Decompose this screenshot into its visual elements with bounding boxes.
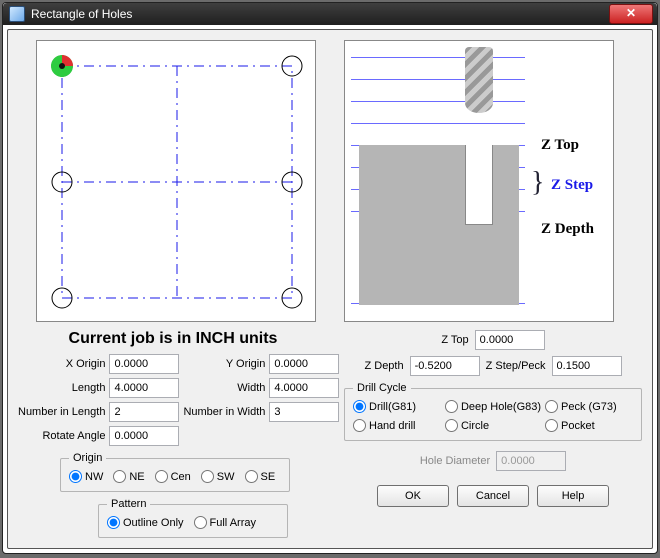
depth-diagram: Z Top } Z Step Z Depth <box>344 40 614 322</box>
z-top-label: Z Top <box>441 334 468 346</box>
hole-diameter-input <box>496 451 566 471</box>
drill-option-circle[interactable]: Circle <box>445 419 541 432</box>
z-depth-input[interactable] <box>410 356 480 376</box>
drill-option-hand-drill[interactable]: Hand drill <box>353 419 441 432</box>
pattern-option-full-array[interactable]: Full Array <box>194 516 256 529</box>
drill-cycle-legend: Drill Cycle <box>353 382 411 394</box>
drill-option-drill-g81-[interactable]: Drill(G81) <box>353 400 441 413</box>
hole-diameter-label: Hole Diameter <box>420 455 490 467</box>
drill-cycle-group: Drill Cycle Drill(G81) Deep Hole(G83) Peck… <box>344 382 642 441</box>
z-depth-annot: Z Depth <box>541 221 594 238</box>
origin-option-ne[interactable]: NE <box>113 470 144 483</box>
window-title: Rectangle of Holes <box>31 7 609 21</box>
length-label: Length <box>72 382 106 394</box>
origin-group: Origin NW NE Cen SW SE <box>60 452 290 492</box>
x-origin-label: X Origin <box>66 358 106 370</box>
ok-button[interactable]: OK <box>377 485 449 507</box>
y-origin-label: Y Origin <box>226 358 266 370</box>
pattern-option-outline-only[interactable]: Outline Only <box>107 516 184 529</box>
z-depth-label: Z Depth <box>364 360 403 372</box>
cancel-button[interactable]: Cancel <box>457 485 529 507</box>
units-status: Current job is in INCH units <box>18 330 328 348</box>
num-width-input[interactable] <box>269 402 339 422</box>
width-label: Width <box>237 382 265 394</box>
width-input[interactable] <box>269 378 339 398</box>
pattern-legend: Pattern <box>107 498 150 510</box>
pattern-group: Pattern Outline Only Full Array <box>98 498 288 538</box>
drill-bit-icon <box>465 47 493 113</box>
client-area: Current job is in INCH units X Origin Y … <box>7 29 653 549</box>
z-top-input[interactable] <box>475 330 545 350</box>
help-button[interactable]: Help <box>537 485 609 507</box>
origin-option-sw[interactable]: SW <box>201 470 235 483</box>
x-origin-input[interactable] <box>109 354 179 374</box>
origin-option-se[interactable]: SE <box>245 470 276 483</box>
dialog-window: Rectangle of Holes ✕ <box>2 2 658 554</box>
drill-option-peck-g73-[interactable]: Peck (G73) <box>545 400 633 413</box>
hole-diameter-row: Hole Diameter <box>344 451 642 471</box>
titlebar: Rectangle of Holes ✕ <box>3 3 657 25</box>
z-step-annot: Z Step <box>551 177 593 194</box>
origin-legend: Origin <box>69 452 106 464</box>
y-origin-input[interactable] <box>269 354 339 374</box>
num-width-label: Number in Width <box>183 406 265 418</box>
drill-option-deep-hole-g83-[interactable]: Deep Hole(G83) <box>445 400 541 413</box>
left-form: X Origin Y Origin Length Width Number in… <box>18 354 328 446</box>
close-button[interactable]: ✕ <box>609 4 653 24</box>
right-column: Z Top } Z Step Z Depth Z Top Z Depth Z S… <box>344 40 642 538</box>
z-top-annot: Z Top <box>541 137 579 154</box>
drill-option-pocket[interactable]: Pocket <box>545 419 633 432</box>
rotate-input[interactable] <box>109 426 179 446</box>
brace-icon: } <box>531 167 544 199</box>
button-row: OK Cancel Help <box>344 485 642 507</box>
left-column: Current job is in INCH units X Origin Y … <box>18 40 328 538</box>
length-input[interactable] <box>109 378 179 398</box>
pattern-svg <box>37 41 317 323</box>
num-length-input[interactable] <box>109 402 179 422</box>
hole-pattern-preview <box>36 40 316 322</box>
origin-option-nw[interactable]: NW <box>69 470 103 483</box>
origin-option-cen[interactable]: Cen <box>155 470 191 483</box>
num-length-label: Number in Length <box>18 406 105 418</box>
z-step-input[interactable] <box>552 356 622 376</box>
rotate-label: Rotate Angle <box>42 430 105 442</box>
app-icon <box>9 6 25 22</box>
z-step-label: Z Step/Peck <box>486 360 546 372</box>
